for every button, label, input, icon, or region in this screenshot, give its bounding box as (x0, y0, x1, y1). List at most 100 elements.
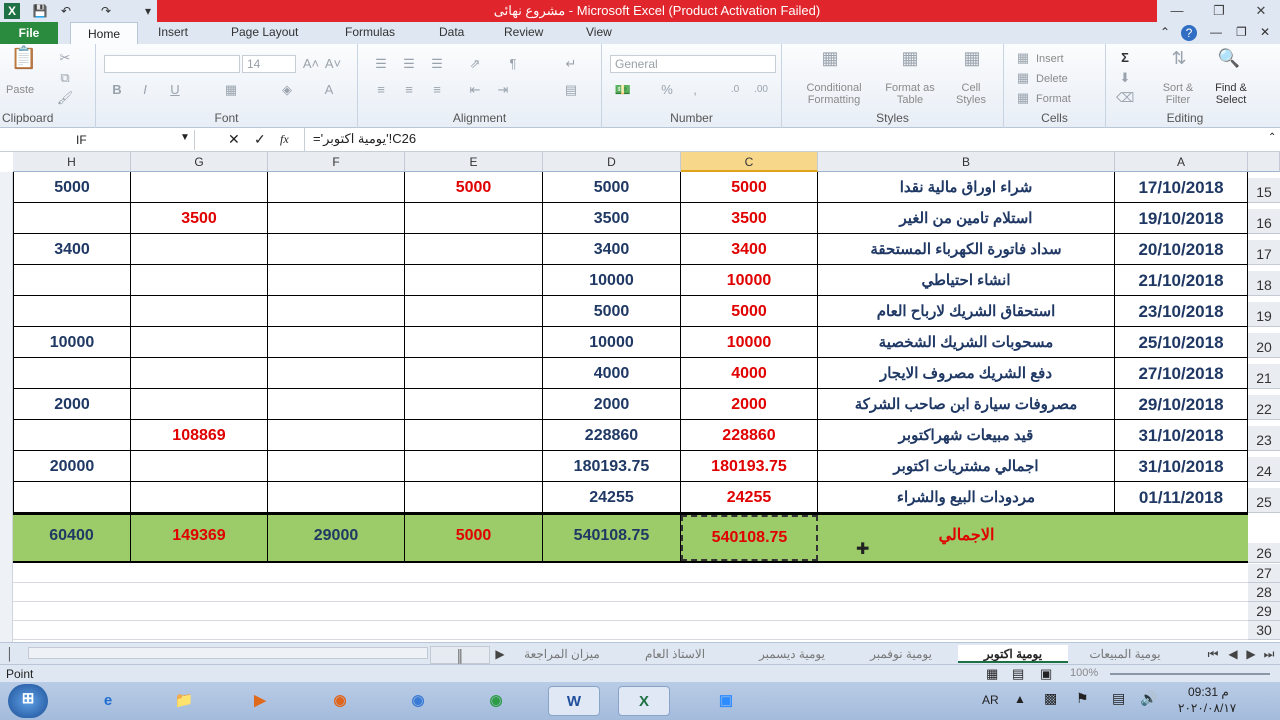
align-right-icon[interactable]: ≡ (428, 82, 446, 98)
sheet-tab-6[interactable]: ميزان المراجعة (510, 645, 614, 663)
cell-a18[interactable]: 21/10/2018 (1115, 265, 1248, 296)
tab-formulas[interactable]: Formulas (345, 25, 395, 39)
cell-c23[interactable]: 228860 (681, 420, 818, 451)
sort-filter-button[interactable]: Sort & Filter (1156, 82, 1200, 106)
cell-h21[interactable] (13, 358, 131, 389)
row-header-26[interactable]: 26 (1248, 543, 1280, 563)
media-player-icon[interactable]: ▶ (242, 686, 278, 716)
underline-icon[interactable]: U (166, 82, 184, 98)
cell-d16[interactable]: 3500 (543, 203, 681, 234)
cell-a15[interactable]: 17/10/2018 (1115, 172, 1248, 203)
decrease-indent-icon[interactable]: ⇤ (466, 82, 484, 98)
cell-a25[interactable]: 01/11/2018 (1115, 482, 1248, 513)
delete-cells-button[interactable]: Delete (1036, 73, 1068, 85)
name-box-dropdown-icon[interactable]: ▼ (180, 132, 190, 143)
tab-review[interactable]: Review (504, 25, 543, 39)
cell-g15[interactable] (131, 172, 268, 203)
page-break-view-icon[interactable]: ▣ (1040, 666, 1052, 682)
sheet-tab-2[interactable]: يومية اكتوبر (958, 645, 1068, 663)
undo-icon[interactable]: ↶ (58, 3, 74, 19)
row-header-21[interactable]: 21 (1248, 364, 1280, 389)
zoom-slider[interactable] (1110, 673, 1270, 675)
italic-icon[interactable]: I (136, 82, 154, 98)
cell-f25[interactable] (268, 482, 405, 513)
tab-nav-prev-icon[interactable]: ◀ (1226, 645, 1240, 663)
page-layout-view-icon[interactable]: ▤ (1012, 666, 1024, 682)
cell-c25[interactable]: 24255 (681, 482, 818, 513)
clock-date[interactable]: ٢٠٢٠/٠٨/١٧ (1178, 701, 1236, 715)
cell-b17[interactable]: سداد فاتورة الكهرباء المستحقة (818, 234, 1115, 265)
clock-time[interactable]: 09:31 م (1188, 685, 1229, 699)
column-header-e[interactable]: E (405, 152, 543, 172)
cell-c18[interactable]: 10000 (681, 265, 818, 296)
vertical-scrollbar[interactable] (0, 172, 13, 642)
cell-b16[interactable]: استلام تامين من الغير (818, 203, 1115, 234)
scroll-right-icon[interactable]: ▶ (494, 645, 506, 663)
cell-c15[interactable]: 5000 (681, 172, 818, 203)
conditional-formatting-icon[interactable]: ▦ (818, 49, 842, 72)
cell-d19[interactable]: 5000 (543, 296, 681, 327)
number-format-combo[interactable]: General (610, 55, 776, 73)
align-top-icon[interactable]: ☰ (372, 56, 390, 72)
normal-view-icon[interactable]: ▦ (986, 666, 998, 682)
language-indicator[interactable]: AR (982, 693, 999, 707)
cell-g17[interactable] (131, 234, 268, 265)
cell-d20[interactable]: 10000 (543, 327, 681, 358)
merge-center-icon[interactable]: ▤ (562, 82, 580, 98)
rtl-icon[interactable]: ¶ (504, 56, 522, 72)
binoculars-icon[interactable]: 🔍 (1216, 49, 1242, 74)
cell-f16[interactable] (268, 203, 405, 234)
cut-icon[interactable]: ✂ (56, 50, 74, 66)
file-explorer-icon[interactable]: 📁 (166, 686, 202, 716)
currency-icon[interactable]: 💵 (614, 82, 632, 98)
grow-font-icon[interactable]: A˄ (302, 56, 320, 72)
cell-b22[interactable]: مصروفات سيارة ابن صاحب الشركة (818, 389, 1115, 420)
cell-g19[interactable] (131, 296, 268, 327)
copy-icon[interactable]: ⧉ (56, 70, 74, 86)
total-cell-f[interactable]: 29000 (268, 515, 405, 561)
ribbon-minimize-icon[interactable]: ⌃ (1160, 25, 1170, 39)
worksheet-grid[interactable]: HGFEDCBA 5000 5000 5000 5000 شراء اوراق مالي… (0, 152, 1280, 642)
comma-style-icon[interactable]: , (686, 82, 704, 98)
paste-button[interactable]: Paste (6, 84, 34, 96)
cell-a19[interactable]: 23/10/2018 (1115, 296, 1248, 327)
total-cell-d[interactable]: 540108.75 (543, 515, 681, 561)
total-cell-c[interactable]: 540108.75 (681, 515, 818, 561)
cell-e18[interactable] (405, 265, 543, 296)
cell-e20[interactable] (405, 327, 543, 358)
tab-nav-last-icon[interactable]: ⏭ (1262, 645, 1276, 663)
cell-f21[interactable] (268, 358, 405, 389)
cell-e24[interactable] (405, 451, 543, 482)
workbook-close-icon[interactable]: ✕ (1260, 25, 1270, 39)
cell-h18[interactable] (13, 265, 131, 296)
cell-c21[interactable]: 4000 (681, 358, 818, 389)
customize-qat-icon[interactable]: ▾ (140, 3, 156, 19)
cell-h15[interactable]: 5000 (13, 172, 131, 203)
cell-h20[interactable]: 10000 (13, 327, 131, 358)
scroll-thumb[interactable]: ║ (430, 646, 490, 664)
cell-e22[interactable] (405, 389, 543, 420)
start-button-icon[interactable]: ⊞ (8, 684, 48, 718)
increase-decimal-icon[interactable]: .0 (726, 82, 744, 98)
cell-c22[interactable]: 2000 (681, 389, 818, 420)
enter-entry-icon[interactable]: ✓ (254, 131, 266, 148)
cell-g16[interactable]: 3500 (131, 203, 268, 234)
row-header-15[interactable]: 15 (1248, 178, 1280, 203)
cell-a20[interactable]: 25/10/2018 (1115, 327, 1248, 358)
action-center-icon[interactable]: ⚑ (1076, 690, 1089, 707)
font-color-icon[interactable]: A (320, 82, 338, 98)
cell-b25[interactable]: مردودات البيع والشراء (818, 482, 1115, 513)
find-select-button[interactable]: Find & Select (1204, 82, 1258, 106)
cell-a23[interactable]: 31/10/2018 (1115, 420, 1248, 451)
fill-color-icon[interactable]: ◈ (278, 82, 296, 98)
excel-app-icon[interactable]: X (4, 3, 20, 19)
chrome-icon[interactable]: ◉ (478, 686, 514, 716)
insert-function-icon[interactable]: fx (280, 132, 289, 147)
cell-e25[interactable] (405, 482, 543, 513)
align-center-icon[interactable]: ≡ (400, 82, 418, 98)
cell-b23[interactable]: قيد مبيعات شهراكتوبر (818, 420, 1115, 451)
row-header-22[interactable]: 22 (1248, 395, 1280, 420)
tab-scroll-first-icon[interactable]: │ (4, 645, 16, 663)
borders-icon[interactable]: ▦ (222, 82, 240, 98)
insert-cells-icon[interactable]: ▦ (1014, 50, 1032, 66)
